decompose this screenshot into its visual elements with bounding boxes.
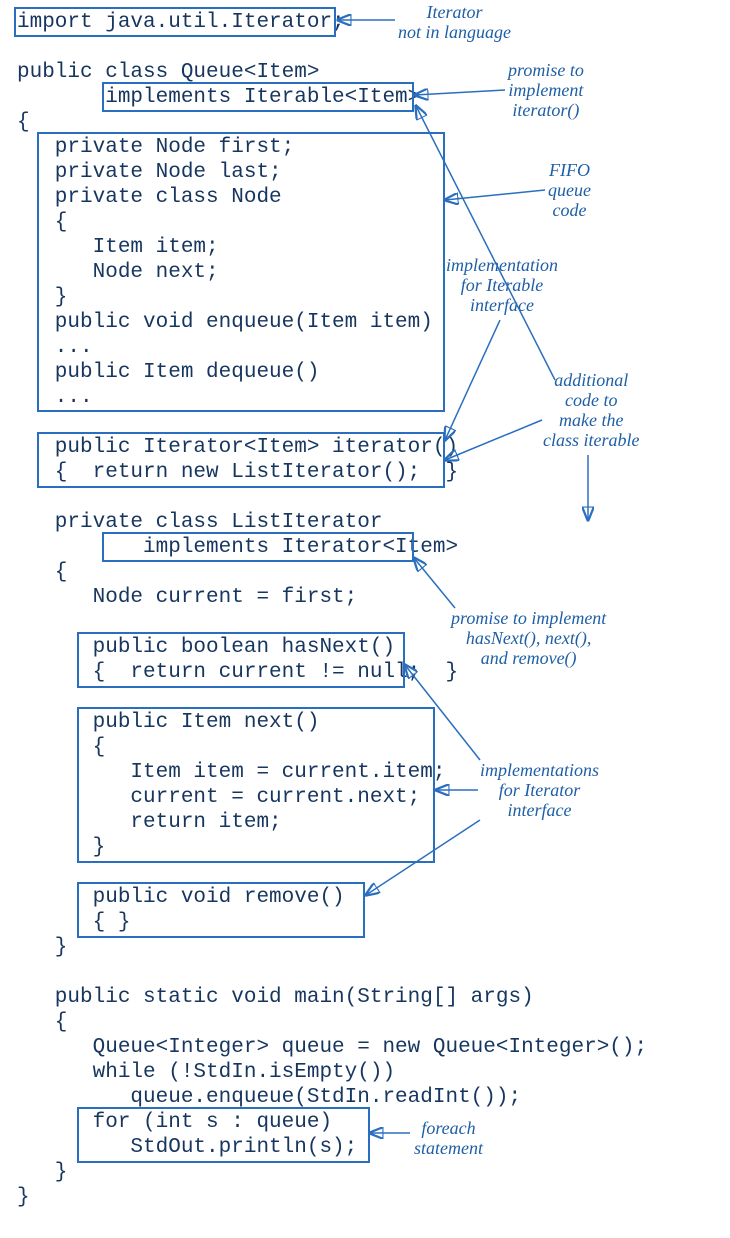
code-line: { } — [17, 910, 130, 935]
code-line: ... — [17, 385, 93, 410]
code-line: } — [17, 1185, 30, 1210]
code-line: { — [17, 1010, 67, 1035]
note-impl-iterable: implementation for Iterable interface — [446, 255, 558, 315]
code-line: StdOut.println(s); — [17, 1135, 357, 1160]
code-line: Item item; — [17, 235, 219, 260]
code-line: public static void main(String[] args) — [17, 985, 534, 1010]
code-line: public void remove() — [17, 885, 345, 910]
note-fifo-queue: FIFO queue code — [548, 160, 591, 220]
note-iterator-not-in-language: Iterator not in language — [398, 2, 511, 42]
note-additional: additional code to make the class iterab… — [543, 370, 640, 450]
code-line: public class Queue<Item> — [17, 60, 319, 85]
code-line: Item item = current.item; — [17, 760, 445, 785]
code-line: public Item next() — [17, 710, 319, 735]
code-line: { — [17, 110, 30, 135]
code-line: { — [17, 210, 67, 235]
code-line: } — [17, 1160, 67, 1185]
code-line: Queue<Integer> queue = new Queue<Integer… — [17, 1035, 647, 1060]
code-line: { return new ListIterator(); } — [17, 460, 458, 485]
code-line: private Node first; — [17, 135, 294, 160]
code-line: public Item dequeue() — [17, 360, 319, 385]
code-line: while (!StdIn.isEmpty()) — [17, 1060, 395, 1085]
code-line: return item; — [17, 810, 282, 835]
code-line: { — [17, 735, 105, 760]
note-promise-iterator: promise to implement iterator() — [508, 60, 584, 120]
code-line: } — [17, 285, 67, 310]
code-line: queue.enqueue(StdIn.readInt()); — [17, 1085, 521, 1110]
code-line: Node next; — [17, 260, 219, 285]
code-line: { — [17, 560, 67, 585]
code-line: private class ListIterator — [17, 510, 382, 535]
code-line: public boolean hasNext() — [17, 635, 395, 660]
code-line: private Node last; — [17, 160, 282, 185]
code-line: implements Iterator<Item> — [17, 535, 458, 560]
code-line: public void enqueue(Item item) — [17, 310, 433, 335]
code-line: public Iterator<Item> iterator() — [17, 435, 458, 460]
code-line: } — [17, 835, 105, 860]
code-line: private class Node — [17, 185, 282, 210]
code-line: current = current.next; — [17, 785, 420, 810]
note-impl-iterator: implementations for Iterator interface — [480, 760, 599, 820]
note-foreach: foreach statement — [414, 1118, 483, 1158]
code-line: { return current != null; } — [17, 660, 458, 685]
code-line: ... — [17, 335, 93, 360]
code-line: import java.util.Iterator; — [17, 10, 345, 35]
code-line: Node current = first; — [17, 585, 357, 610]
code-line: for (int s : queue) — [17, 1110, 332, 1135]
code-line: } — [17, 935, 67, 960]
note-promise-hasnext: promise to implement hasNext(), next(), … — [451, 608, 606, 668]
page-root: import java.util.Iterator; public class … — [0, 0, 730, 1238]
code-line: implements Iterable<Item> — [17, 85, 420, 110]
